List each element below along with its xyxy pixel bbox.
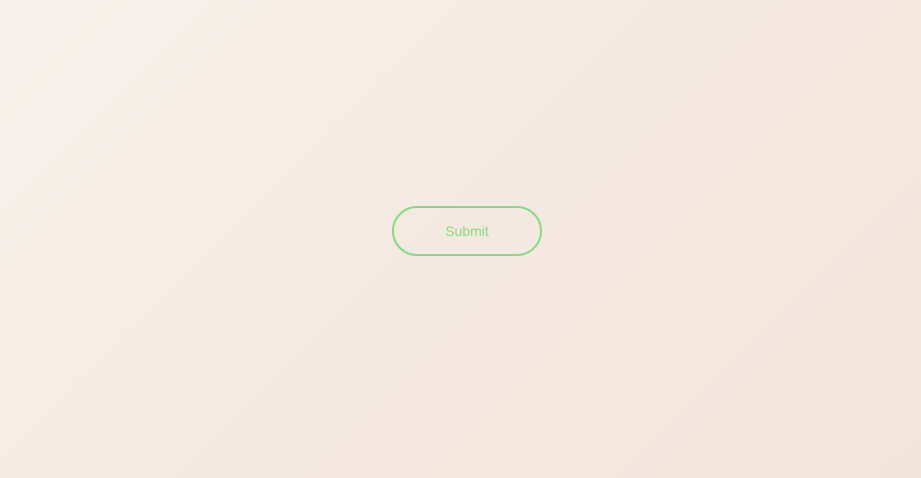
- page-background: Submit: [0, 0, 921, 478]
- submit-button[interactable]: Submit: [392, 206, 542, 256]
